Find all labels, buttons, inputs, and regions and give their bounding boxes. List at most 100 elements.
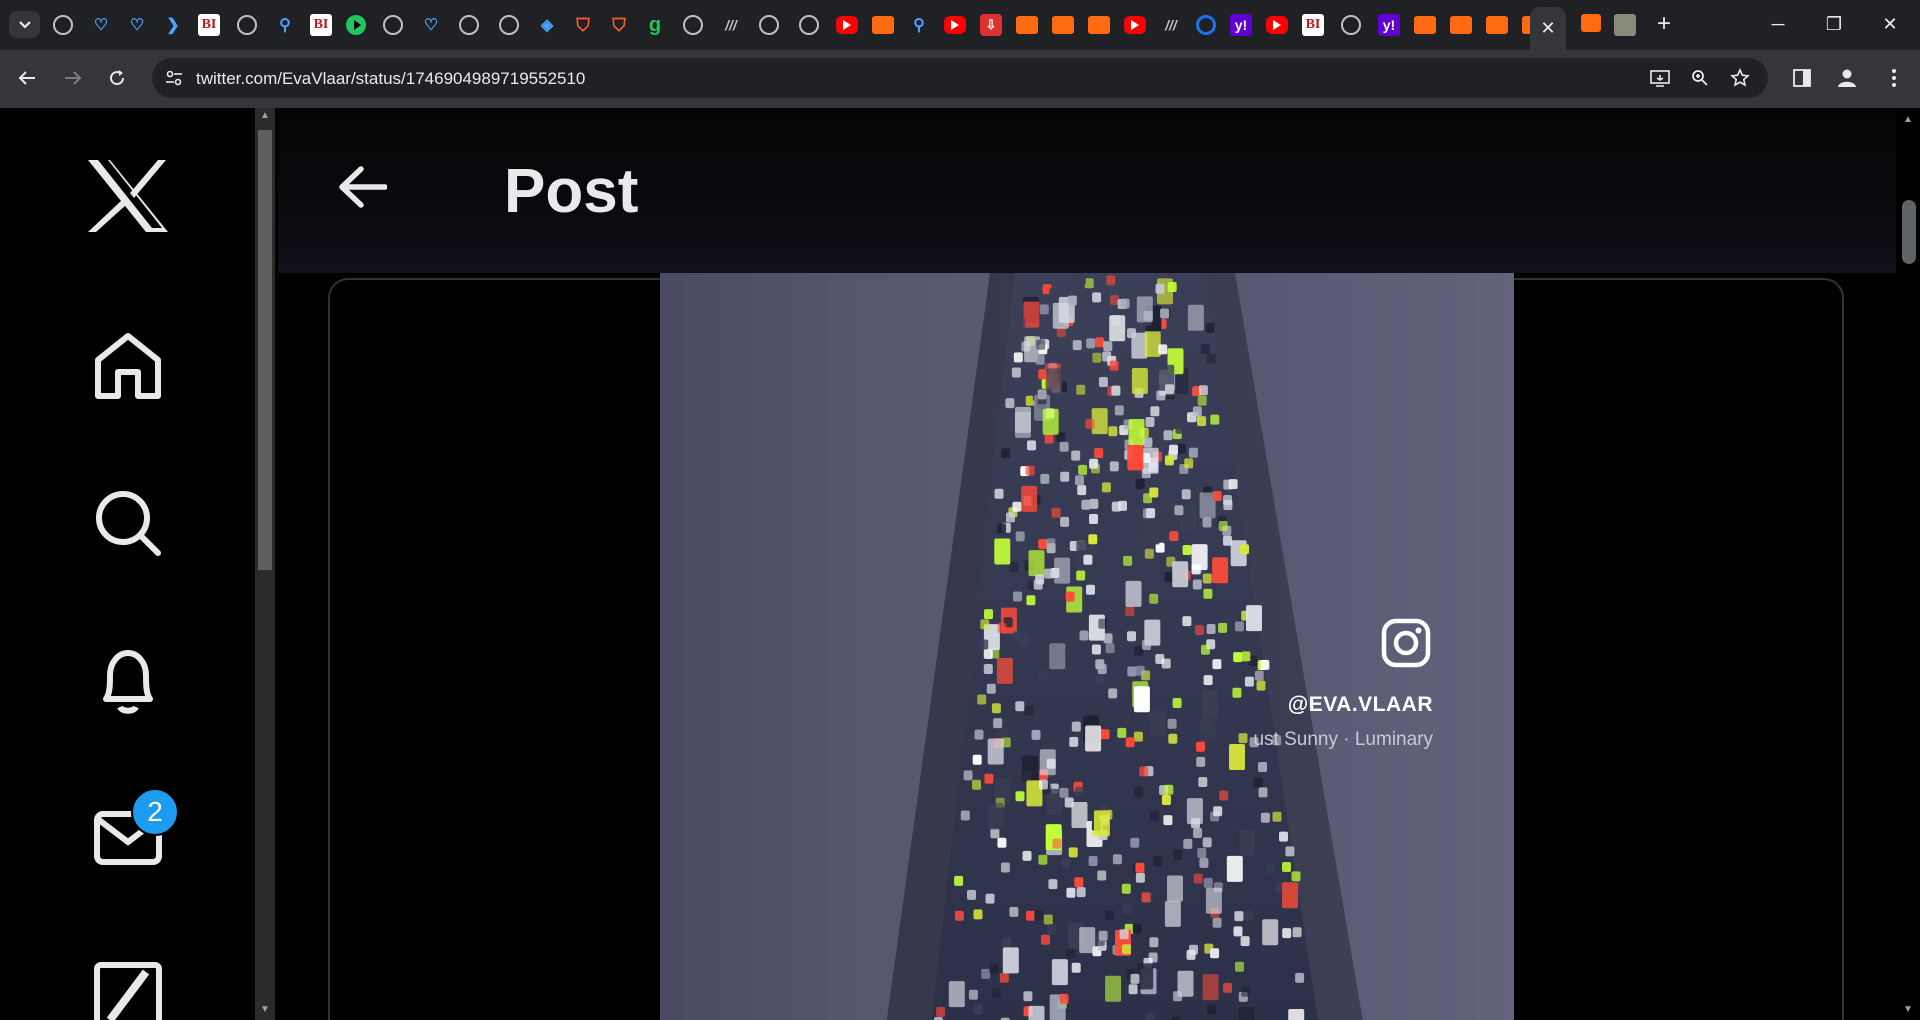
vehicle-mark bbox=[1089, 514, 1098, 524]
vehicle-mark bbox=[1182, 616, 1192, 627]
tab-bookmark-favicon[interactable] bbox=[1414, 16, 1436, 34]
tab-globe-favicon[interactable] bbox=[499, 15, 519, 35]
tab-business-insider-favicon[interactable]: BI bbox=[310, 14, 332, 36]
post-video[interactable]: @EVA.VLAAR ust Sunny · Luminary bbox=[660, 273, 1514, 1020]
vehicle-mark bbox=[1199, 721, 1209, 732]
vehicle-mark bbox=[1038, 779, 1048, 790]
tab-bookmark-favicon[interactable] bbox=[1450, 16, 1472, 34]
nav-notifications[interactable] bbox=[80, 633, 176, 729]
tab-globe-favicon[interactable] bbox=[237, 15, 257, 35]
site-info-icon[interactable] bbox=[162, 66, 186, 90]
tab-youtube-favicon[interactable] bbox=[944, 16, 966, 34]
tab-youtube-favicon[interactable] bbox=[1266, 16, 1288, 34]
tab-grammarly-favicon[interactable]: g bbox=[644, 14, 666, 36]
vehicle-mark bbox=[1078, 464, 1088, 475]
url-text[interactable]: twitter.com/EvaVlaar/status/174690498971… bbox=[196, 69, 585, 89]
reload-button[interactable] bbox=[101, 62, 133, 94]
tab-shield-orange-favicon[interactable]: ⛉ bbox=[572, 14, 594, 36]
vehicle-mark bbox=[1130, 973, 1140, 984]
tab-reader-favicon[interactable]: ⇩ bbox=[980, 14, 1002, 36]
vehicle-mark bbox=[973, 909, 983, 920]
vehicle-mark bbox=[1149, 937, 1159, 948]
tab-cube-favicon[interactable]: ◈ bbox=[536, 14, 558, 36]
tab-business-insider-favicon[interactable]: BI bbox=[1302, 14, 1324, 36]
tab-youtube-favicon[interactable] bbox=[836, 16, 858, 34]
tab-magnifier-favicon[interactable]: ⚲ bbox=[908, 14, 930, 36]
tab-slashes-favicon[interactable]: /// bbox=[720, 14, 742, 36]
forward-button[interactable] bbox=[57, 62, 89, 94]
nav-rail-scrollbar[interactable]: ▲ ▼ bbox=[255, 108, 275, 1020]
vehicle-mark bbox=[1059, 441, 1069, 452]
vehicle-mark bbox=[1144, 330, 1161, 357]
install-app-icon[interactable] bbox=[1648, 66, 1672, 90]
nav-grok[interactable] bbox=[80, 948, 176, 1020]
tab-bookmark-favicon[interactable] bbox=[1016, 16, 1038, 34]
tab-shield-orange-favicon[interactable]: ⛉ bbox=[608, 14, 630, 36]
close-tab-icon[interactable]: ✕ bbox=[1540, 18, 1555, 39]
vehicle-mark bbox=[1256, 680, 1266, 691]
tab-bookmark-favicon[interactable] bbox=[1088, 16, 1110, 34]
minimize-button[interactable]: ─ bbox=[1752, 0, 1804, 48]
vehicle-mark bbox=[1052, 302, 1069, 329]
profile-button[interactable] bbox=[1831, 62, 1863, 94]
vehicle-mark bbox=[1015, 531, 1025, 542]
tab-globe-favicon[interactable] bbox=[383, 15, 403, 35]
tab-bookmark-favicon[interactable] bbox=[1052, 16, 1074, 34]
restore-button[interactable]: ❐ bbox=[1808, 0, 1860, 48]
page-scroll-up-icon[interactable]: ▲ bbox=[1903, 114, 1913, 125]
page-scrollbar[interactable]: ▲ ▼ bbox=[1896, 108, 1920, 1020]
tab-globe-favicon[interactable] bbox=[799, 15, 819, 35]
tab-search-button[interactable] bbox=[9, 11, 40, 38]
tab-globe-favicon[interactable] bbox=[683, 15, 703, 35]
tab-heart-shield-favicon[interactable]: ♡ bbox=[420, 14, 442, 36]
vehicle-mark bbox=[1177, 443, 1186, 454]
scroll-up-arrow-icon[interactable]: ▲ bbox=[260, 110, 270, 121]
tab-globe-favicon[interactable] bbox=[53, 15, 73, 35]
nav-explore[interactable] bbox=[80, 475, 176, 571]
page-scroll-down-icon[interactable]: ▼ bbox=[1903, 1004, 1913, 1015]
bell-icon bbox=[103, 650, 153, 714]
address-bar[interactable]: twitter.com/EvaVlaar/status/174690498971… bbox=[152, 58, 1768, 98]
vehicle-mark bbox=[1253, 777, 1263, 788]
page-scrollbar-thumb[interactable] bbox=[1902, 200, 1916, 264]
tab-bookmark-favicon[interactable] bbox=[1486, 16, 1508, 34]
tab-magnifier-favicon[interactable]: ⚲ bbox=[274, 14, 296, 36]
tab-globe-favicon[interactable] bbox=[459, 15, 479, 35]
tab-circle-favicon[interactable] bbox=[1196, 15, 1216, 35]
tab-globe-favicon[interactable] bbox=[1341, 15, 1361, 35]
tab-slashes-favicon[interactable]: /// bbox=[1160, 14, 1182, 36]
vehicle-mark bbox=[1213, 806, 1223, 817]
tab-play-green-favicon[interactable] bbox=[346, 15, 366, 35]
vehicle-mark bbox=[1012, 501, 1022, 512]
tab-youtube-favicon[interactable] bbox=[1124, 16, 1146, 34]
back-button[interactable] bbox=[11, 62, 43, 94]
tab-heart-shield-favicon[interactable]: ♡ bbox=[90, 14, 112, 36]
vehicle-mark bbox=[1198, 777, 1208, 787]
nav-home[interactable] bbox=[80, 318, 176, 414]
zoom-icon[interactable] bbox=[1688, 66, 1712, 90]
tab-bookmark-favicon[interactable] bbox=[1581, 14, 1601, 32]
tab-yahoo-favicon[interactable]: y! bbox=[1378, 14, 1400, 36]
browser-menu-button[interactable] bbox=[1878, 62, 1910, 94]
vehicle-mark bbox=[1223, 982, 1232, 993]
tab-business-insider-favicon[interactable]: BI bbox=[198, 14, 220, 36]
scroll-down-arrow-icon[interactable]: ▼ bbox=[260, 1004, 270, 1015]
bookmark-star-icon[interactable] bbox=[1728, 66, 1752, 90]
tab-bookmark-favicon[interactable] bbox=[872, 16, 894, 34]
vehicle-mark bbox=[1117, 727, 1127, 738]
close-window-button[interactable]: ✕ bbox=[1864, 0, 1916, 48]
new-tab-button[interactable]: + bbox=[1652, 10, 1676, 38]
side-panel-button[interactable] bbox=[1786, 62, 1818, 94]
tab-yahoo-favicon[interactable]: y! bbox=[1230, 14, 1252, 36]
tab-globe-favicon[interactable] bbox=[759, 15, 779, 35]
vehicle-mark bbox=[1244, 676, 1254, 687]
x-logo-link[interactable] bbox=[80, 148, 176, 244]
back-to-timeline-button[interactable] bbox=[330, 155, 394, 219]
vehicle-mark bbox=[1005, 398, 1015, 409]
active-tab[interactable]: ✕ bbox=[1530, 7, 1566, 50]
side-panel-icon bbox=[1793, 69, 1811, 87]
tab-arrow-blue-favicon[interactable]: ❯ bbox=[162, 14, 184, 36]
tab-heart-shield-favicon[interactable]: ♡ bbox=[126, 14, 148, 36]
tab-image-favicon[interactable] bbox=[1614, 14, 1636, 36]
scrollbar-thumb[interactable] bbox=[258, 130, 272, 570]
